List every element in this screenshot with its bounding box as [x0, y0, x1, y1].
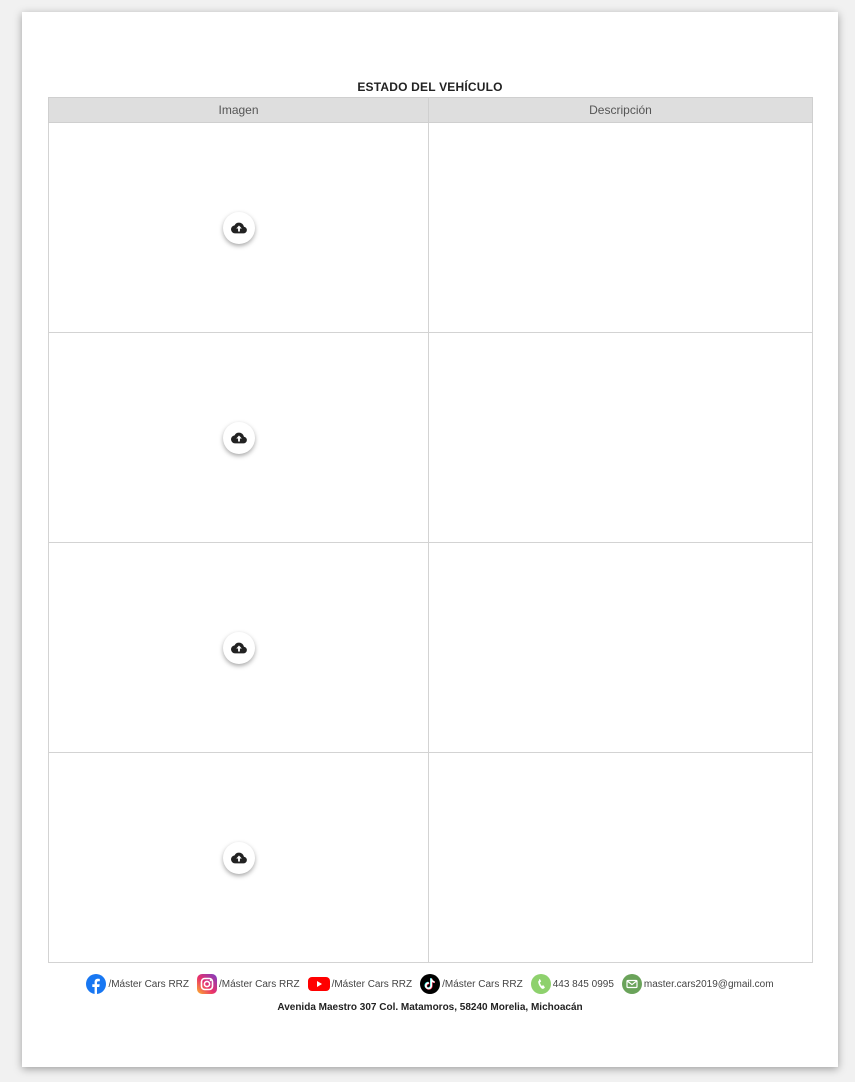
footer-youtube[interactable]: /Máster Cars RRZ: [307, 976, 413, 992]
youtube-icon: [307, 977, 330, 991]
document-page: ESTADO DEL VEHÍCULO Imagen Descripción /…: [22, 12, 838, 1067]
table-header-row: Imagen Descripción: [48, 97, 813, 123]
phone-number: 443 845 0995: [552, 978, 614, 990]
image-cell: [48, 752, 429, 963]
upload-image-button[interactable]: [222, 841, 255, 874]
vehicle-condition-table: Imagen Descripción: [48, 97, 813, 963]
footer-facebook[interactable]: /Máster Cars RRZ: [86, 974, 189, 994]
section-title: ESTADO DEL VEHÍCULO: [357, 80, 503, 94]
table-row: [48, 752, 813, 963]
footer-email[interactable]: master.cars2019@gmail.com: [621, 974, 774, 994]
description-cell[interactable]: [428, 542, 813, 753]
contact-footer: /Máster Cars RRZ /Máster Cars RRZ /Máste…: [22, 974, 838, 994]
instagram-icon: [197, 974, 218, 994]
image-cell: [48, 542, 429, 753]
footer-tiktok[interactable]: /Máster Cars RRZ: [420, 974, 523, 994]
facebook-handle: /Máster Cars RRZ: [108, 978, 190, 990]
youtube-handle: /Máster Cars RRZ: [331, 978, 413, 990]
table-row: [48, 332, 813, 543]
facebook-icon: [86, 974, 107, 994]
tiktok-icon: [420, 974, 441, 994]
image-cell: [48, 332, 429, 543]
cloud-upload-icon: [230, 222, 247, 233]
column-header-image: Imagen: [48, 97, 429, 123]
description-cell[interactable]: [428, 332, 813, 543]
upload-image-button[interactable]: [222, 211, 255, 244]
footer-phone[interactable]: 443 845 0995: [530, 974, 614, 994]
cloud-upload-icon: [230, 642, 247, 653]
phone-icon: [530, 974, 551, 994]
image-cell: [48, 122, 429, 333]
tiktok-handle: /Máster Cars RRZ: [442, 978, 523, 990]
cloud-upload-icon: [230, 432, 247, 443]
column-header-description: Descripción: [428, 97, 813, 123]
upload-image-button[interactable]: [222, 631, 255, 664]
description-cell[interactable]: [428, 122, 813, 333]
table-row: [48, 542, 813, 753]
upload-image-button[interactable]: [222, 421, 255, 454]
email-icon: [621, 974, 642, 994]
instagram-handle: /Máster Cars RRZ: [219, 978, 300, 990]
description-cell[interactable]: [428, 752, 813, 963]
email-address: master.cars2019@gmail.com: [643, 978, 774, 990]
cloud-upload-icon: [230, 852, 247, 863]
table-row: [48, 122, 813, 333]
address-line: Avenida Maestro 307 Col. Matamoros, 5824…: [277, 1002, 583, 1013]
footer-instagram[interactable]: /Máster Cars RRZ: [197, 974, 300, 994]
